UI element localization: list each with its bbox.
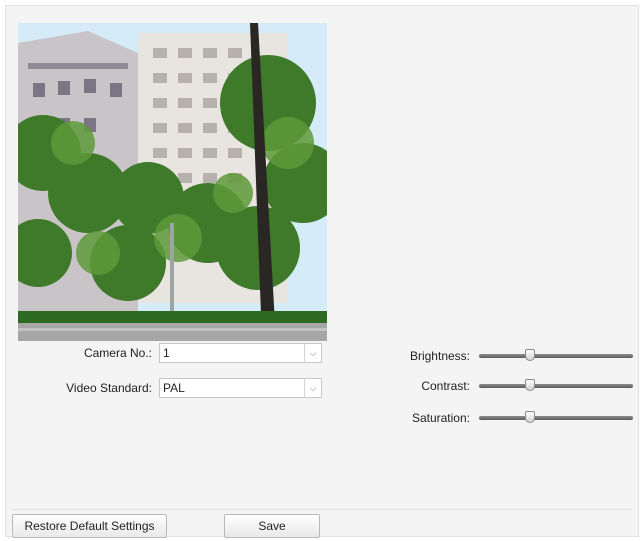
contrast-thumb[interactable] — [524, 379, 535, 391]
camera-no-select[interactable]: 1 ⌵ — [159, 343, 322, 363]
brightness-label: Brightness: — [409, 349, 470, 363]
chevron-down-icon[interactable]: ⌵ — [304, 379, 321, 397]
saturation-label: Saturation: — [411, 411, 470, 425]
camera-no-label: Camera No.: — [83, 346, 152, 360]
chevron-down-icon[interactable]: ⌵ — [304, 344, 321, 362]
saturation-thumb[interactable] — [524, 411, 535, 423]
contrast-track[interactable] — [479, 384, 633, 388]
camera-settings-panel: Camera No.: 1 ⌵ Video Standard: PAL ⌵ Br… — [5, 5, 639, 538]
street-scene-image — [18, 23, 327, 341]
contrast-slider[interactable] — [479, 379, 633, 393]
saturation-slider[interactable] — [479, 411, 633, 425]
video-standard-value: PAL — [163, 381, 185, 395]
restore-default-settings-button[interactable]: Restore Default Settings — [12, 514, 167, 538]
save-button[interactable]: Save — [224, 514, 320, 538]
saturation-track[interactable] — [479, 416, 633, 420]
brightness-track[interactable] — [479, 354, 633, 358]
contrast-label: Contrast: — [421, 379, 470, 393]
camera-preview-image — [18, 23, 327, 341]
brightness-thumb[interactable] — [524, 349, 535, 361]
footer-divider — [12, 509, 632, 510]
video-standard-label: Video Standard: — [66, 381, 152, 395]
camera-no-value: 1 — [163, 346, 170, 360]
brightness-slider[interactable] — [479, 349, 633, 363]
video-standard-select[interactable]: PAL ⌵ — [159, 378, 322, 398]
